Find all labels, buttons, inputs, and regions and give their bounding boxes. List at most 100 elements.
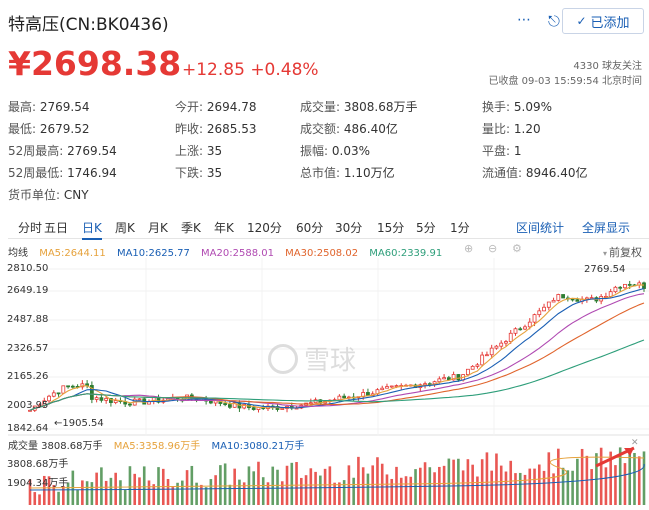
volume-bar [628,451,632,505]
tab-4[interactable]: 月K [148,219,168,236]
volume-bar [109,477,113,505]
fullscreen-link[interactable]: 全屏显示 [582,219,630,236]
candle-body [394,385,399,387]
watermark-text: 雪球 [304,346,357,376]
volume-bar [547,452,551,505]
stat-turnover: 换手: 5.09% [482,100,552,114]
close-volume-icon[interactable]: ✕ [631,438,639,448]
tab-1[interactable]: 五日 [44,219,68,236]
volume-bar [571,470,574,505]
volume-bar [471,464,474,505]
candle-body [465,368,470,375]
stat-amplitude: 振幅: 0.03% [300,144,370,158]
candle-body [537,310,542,316]
candle-body [385,386,389,389]
volume-bar [523,474,527,505]
tab-3[interactable]: 周K [115,219,135,236]
price-change: +12.85 +0.48% [182,60,319,80]
volume-bar [528,468,532,505]
stat-market-cap: 总市值: 1.10万亿 [300,166,395,180]
candle-body [389,385,394,388]
volume-tick-label: 1904.34万手 [7,478,69,489]
volume-bar [276,469,279,505]
volume-bar [85,481,89,505]
candle-body [61,385,66,394]
volume-bar [642,451,646,505]
more-icon[interactable]: ⋯ [517,12,532,28]
candle-body [308,402,313,405]
candle-body [489,347,494,356]
volume-ma5-line [29,456,645,489]
volume-bar [490,470,493,505]
chart-tool-icon[interactable]: ⊕ [464,242,473,255]
volume-bar [128,466,132,505]
tab-7[interactable]: 120分 [247,219,282,236]
add-watchlist-button[interactable]: ✓ 已添加 [562,8,644,34]
volume-bar [504,471,508,505]
volume-bar [604,467,608,505]
tab-8[interactable]: 60分 [296,219,323,236]
tab-2[interactable]: 日K [82,219,102,240]
volume-bar [361,467,365,505]
tab-9[interactable]: 30分 [335,219,362,236]
tab-5[interactable]: 季K [181,219,201,236]
market-status: 已收盘 09-03 15:59:54 北京时间 [488,76,642,87]
volume-legend-label: 成交量 3808.68万手 [8,441,103,452]
volume-bar [223,463,227,505]
candle-body [570,298,575,301]
volume-bar [461,470,465,505]
stat-amount: 成交额: 486.40亿 [300,122,398,136]
volume-bar [542,470,546,505]
volume-bar [81,480,84,505]
volume-bar [342,480,346,505]
candle-body [342,395,347,399]
volume-bar [537,464,541,505]
y-tick-label: 1842.64 [7,423,49,434]
followers-count[interactable]: 4330 球友关注 [573,57,642,72]
stat-52w-high: 52周最高: 2769.54 [8,144,117,158]
volume-bar [433,472,436,505]
check-icon: ✓ [576,14,587,28]
volume-bar [457,458,460,505]
volume-bar [314,471,317,505]
zoom-out-icon[interactable]: ⊖ [488,242,497,255]
settings-icon[interactable]: ⚙ [512,242,522,255]
share-icon[interactable]: ⎋ [548,12,560,30]
candle-body [475,364,480,367]
volume-bar [518,472,522,505]
kline-chart[interactable] [0,258,649,510]
candle-body [437,378,442,383]
volume-tick-label: 3808.68万手 [7,459,69,470]
volume-bar [590,469,593,505]
volume-bar [323,468,327,505]
candle-body [128,403,132,406]
volume-bar [495,453,498,505]
stat-prev-close: 昨收: 2685.53 [175,122,257,136]
candle-body [223,403,228,405]
candle-body [456,374,461,381]
volume-bar [238,479,241,505]
volume-bar [290,462,294,505]
tab-0[interactable]: 分时 [18,219,42,236]
range-stats-link[interactable]: 区间统计 [516,219,564,236]
volume-bar [233,468,236,505]
candle-body [532,314,537,323]
volume-bar [76,490,79,505]
tab-12[interactable]: 1分 [450,219,470,236]
y-tick-label: 2326.57 [7,343,49,354]
volume-bar [338,482,341,505]
tab-6[interactable]: 年K [214,219,234,236]
stat-up: 上涨: 35 [175,144,223,158]
tab-11[interactable]: 5分 [416,219,436,236]
volume-bar [33,492,37,505]
tab-10[interactable]: 15分 [377,219,404,236]
volume-bar [466,459,470,505]
volume-bar [304,475,308,505]
volume-bar [385,474,389,505]
volume-bar [447,458,451,505]
volume-bar [371,465,374,505]
stat-float-cap: 流通值: 8946.40亿 [482,166,588,180]
candle-body [499,342,504,347]
volume-bar [100,467,103,505]
volume-bar [166,478,170,505]
